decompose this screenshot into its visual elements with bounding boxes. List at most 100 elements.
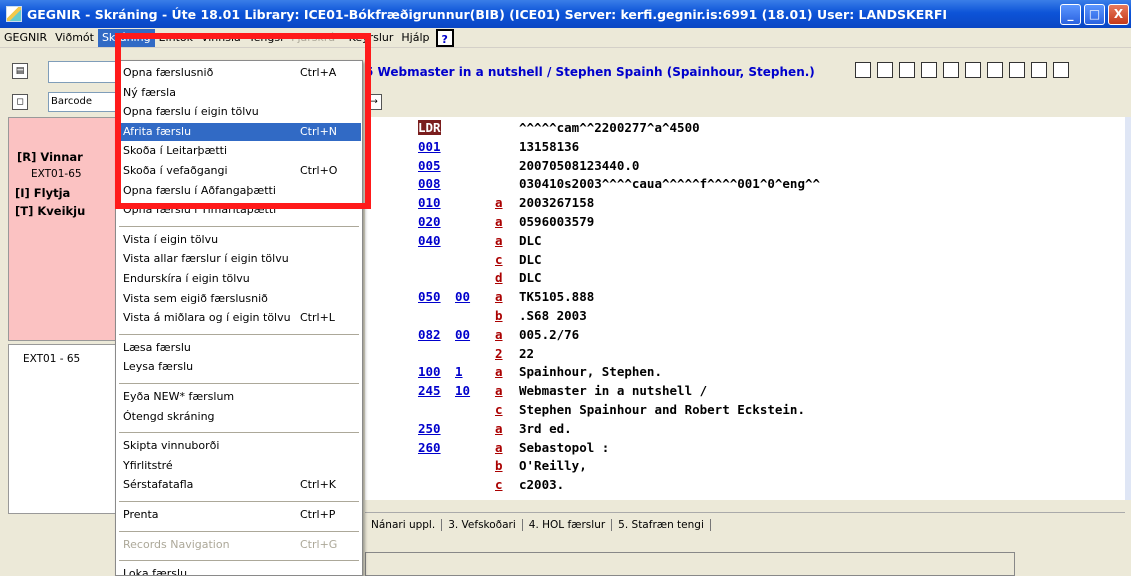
tab-hol-faerslur[interactable]: 4. HOL færslur (523, 518, 613, 531)
marc-editor[interactable]: LDR ^^^^^cam^^2200277^a^4500 001 13158136 00… (365, 117, 1125, 500)
x-box-icon[interactable] (1053, 62, 1069, 78)
marc-subfield-code[interactable]: a (495, 289, 503, 304)
list-icon[interactable] (921, 62, 937, 78)
marc-value[interactable]: c2003. (519, 477, 564, 492)
settings-icon[interactable] (1031, 62, 1047, 78)
tree-icon[interactable] (877, 62, 893, 78)
marc-subfield-code[interactable]: c (495, 402, 503, 417)
menu-item[interactable]: Læsa færslu (117, 339, 361, 357)
marc-tag[interactable]: 245 (418, 383, 441, 398)
marc-tag[interactable]: 260 (418, 440, 441, 455)
marc-subfield-code[interactable]: 2 (495, 346, 503, 361)
marc-value[interactable]: Spainhour, Stephen. (519, 364, 662, 379)
menu-item[interactable]: Prenta Ctrl+P (117, 506, 361, 524)
menu-item[interactable]: Sérstafatafla Ctrl+K (117, 476, 361, 494)
copy-icon[interactable] (855, 62, 871, 78)
marc-tag[interactable]: 001 (418, 139, 441, 154)
marc-tag[interactable]: 082 (418, 327, 441, 342)
marc-subfield-code[interactable]: a (495, 214, 503, 229)
menu-item[interactable]: Eyða NEW* færslum (117, 388, 361, 406)
menu-vidmot[interactable]: Viðmót (51, 29, 98, 47)
marc-subfield-code[interactable]: a (495, 440, 503, 455)
tree-item-record[interactable]: EXT01 - 65 (23, 353, 80, 365)
save-icon[interactable] (943, 62, 959, 78)
maximize-button[interactable]: □ (1084, 4, 1105, 25)
tab-vefskodari[interactable]: 3. Vefskoðari (442, 518, 523, 531)
menu-item[interactable]: Endurskíra í eigin tölvu (117, 270, 361, 288)
marc-subfield-code[interactable]: a (495, 327, 503, 342)
marc-subfield-code[interactable]: a (495, 364, 503, 379)
marc-tag[interactable]: 040 (418, 233, 441, 248)
marc-indicators[interactable]: 00 (455, 289, 470, 304)
menu-item[interactable]: Skipta vinnuborði (117, 437, 361, 455)
marc-value[interactable]: 3rd ed. (519, 421, 572, 436)
marc-subfield-code[interactable]: a (495, 195, 503, 210)
menu-item[interactable]: Ótengd skráning (117, 408, 361, 426)
document-icon[interactable]: ▤ (12, 63, 28, 79)
marc-indicators[interactable]: 00 (455, 327, 470, 342)
marc-icon[interactable] (1009, 62, 1025, 78)
minimize-button[interactable]: _ (1060, 4, 1081, 25)
marc-subfield-code[interactable]: b (495, 458, 503, 473)
menu-item[interactable]: Vista sem eigið færslusnið (117, 290, 361, 308)
tree-item-ext01[interactable]: EXT01-65 (31, 168, 82, 180)
marc-value[interactable]: 0596003579 (519, 214, 594, 229)
tree-item-vinnar[interactable]: [R] Vinnar (17, 150, 83, 164)
marc-value[interactable]: O'Reilly, (519, 458, 587, 473)
search-input[interactable] (48, 61, 116, 83)
menu-item[interactable]: Vista í eigin tölvu (117, 231, 361, 249)
marc-tag[interactable]: 100 (418, 364, 441, 379)
marc-value[interactable]: 005.2/76 (519, 327, 579, 342)
marc-subfield-code[interactable]: c (495, 252, 503, 267)
tab-stafraen-tengi[interactable]: 5. Stafræn tengi (612, 518, 711, 531)
tree-item-flytja[interactable]: [I] Flytja (15, 186, 70, 200)
menu-gegnir[interactable]: GEGNIR (0, 29, 51, 47)
marc-value[interactable]: 13158136 (519, 139, 579, 154)
marc-value[interactable]: Sebastopol : (519, 440, 609, 455)
marc-tag[interactable]: 050 (418, 289, 441, 304)
menu-item[interactable]: Leysa færslu (117, 358, 361, 376)
grid-icon[interactable] (899, 62, 915, 78)
marc-subfield-code[interactable]: d (495, 270, 503, 285)
marc-tag[interactable]: 010 (418, 195, 441, 210)
marc-tag[interactable]: 250 (418, 421, 441, 436)
help-icon[interactable]: ? (435, 28, 454, 47)
marc-value[interactable]: .S68 2003 (519, 308, 587, 323)
marc-value[interactable]: Stephen Spainhour and Robert Eckstein. (519, 402, 805, 417)
marc-value[interactable]: 22 (519, 346, 534, 361)
marc-indicators[interactable]: 1 (455, 364, 463, 379)
marc-subfield-code[interactable]: a (495, 383, 503, 398)
tab-nanari[interactable]: Nánari uppl. (365, 518, 443, 531)
marc-value[interactable]: DLC (519, 252, 542, 267)
menu-item[interactable]: Vista á miðlara og í eigin tölvu Ctrl+L (117, 309, 361, 327)
marc-value[interactable]: 20070508123440.0 (519, 158, 639, 173)
marc-value[interactable]: DLC (519, 270, 542, 285)
marc-subfield-code[interactable]: b (495, 308, 503, 323)
marc-value[interactable]: 030410s2003^^^^caua^^^^^f^^^^001^0^eng^^ (519, 176, 820, 191)
scrollbar[interactable] (1125, 117, 1131, 500)
marc-subfield-code[interactable]: a (495, 233, 503, 248)
menu-item[interactable]: Yfirlitstré (117, 457, 361, 475)
menu-hjalp[interactable]: Hjálp (397, 29, 433, 47)
close-button[interactable]: X (1108, 4, 1129, 25)
marc-tag[interactable]: 008 (418, 176, 441, 191)
marc-value[interactable]: DLC (519, 233, 542, 248)
menu-item[interactable]: Loka færslu (117, 565, 361, 575)
marc-tag[interactable]: 005 (418, 158, 441, 173)
check-icon[interactable] (965, 62, 981, 78)
split-icon[interactable] (987, 62, 1003, 78)
marc-subfield-code[interactable]: c (495, 477, 503, 492)
tree-item-kveikju[interactable]: [T] Kveikju (15, 204, 85, 218)
menu-item[interactable]: Vista allar færslur í eigin tölvu (117, 250, 361, 268)
window-icon[interactable]: ◻ (12, 94, 28, 110)
marc-subfield-code[interactable]: a (495, 421, 503, 436)
marc-value[interactable]: TK5105.888 (519, 289, 594, 304)
marc-tag[interactable]: LDR (418, 120, 441, 135)
menu-item[interactable]: Records Navigation Ctrl+G (117, 536, 361, 554)
marc-value[interactable]: Webmaster in a nutshell / (519, 383, 707, 398)
barcode-select[interactable]: Barcode (48, 92, 116, 112)
marc-indicators[interactable]: 10 (455, 383, 470, 398)
marc-tag[interactable]: 020 (418, 214, 441, 229)
marc-value[interactable]: ^^^^^cam^^2200277^a^4500 (519, 120, 700, 135)
marc-value[interactable]: 2003267158 (519, 195, 594, 210)
